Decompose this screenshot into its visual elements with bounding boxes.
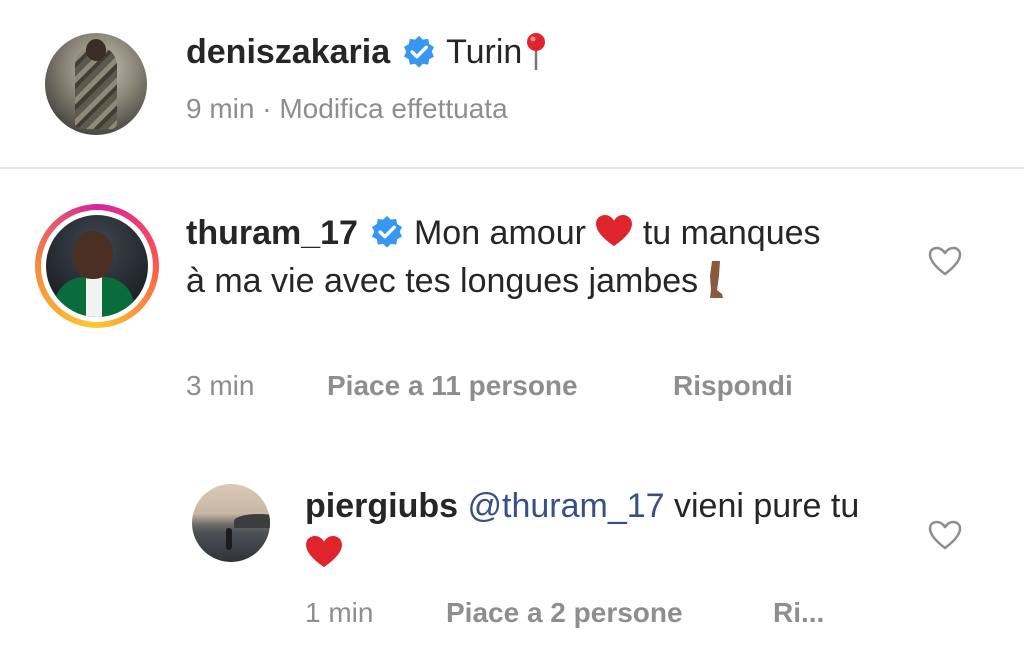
avatar-shirt [54,277,134,317]
caption-meta: 9 min · Modifica effettuata [186,93,508,125]
red-heart-emoji-icon [306,535,342,568]
likes-count-link[interactable]: Piace a 11 persone [327,370,673,402]
like-heart-icon[interactable] [928,246,962,276]
author-avatar[interactable] [45,33,147,135]
reply-body: piergiubs @thuram_17 vieni pure tu [305,482,895,578]
commenter-avatar [46,215,148,317]
comment-text-start: Mon amour [413,214,586,252]
verified-badge-icon [372,215,402,248]
meta-separator: · [262,93,272,124]
divider [0,167,1024,169]
comment-body: thuram_17 Mon amour tu manques à ma vie … [186,209,846,305]
red-heart-emoji-icon [596,214,633,247]
caption-line: deniszakaria Turin [186,30,548,74]
comment-username[interactable]: thuram_17 [186,214,358,252]
reply-button[interactable]: Ri... [773,597,824,629]
reply-username[interactable]: piergiubs [305,487,458,525]
reply-avatar[interactable] [192,484,270,562]
likes-count-link[interactable]: Piace a 2 persone [446,597,773,629]
caption-username[interactable]: deniszakaria [186,33,390,72]
reply-time: 1 min [305,597,374,628]
comment-meta: 3 min Piace a 11 persone Rispondi [186,370,793,402]
reply-button[interactable]: Rispondi [673,370,793,402]
like-heart-icon[interactable] [928,520,962,550]
comment-time: 3 min [186,370,255,401]
reply-text: vieni pure tu [674,487,860,525]
edited-label: Modifica effettuata [279,93,508,124]
caption-text: Turin [446,32,523,71]
mention-link[interactable]: @thuram_17 [467,487,664,525]
avatar-ring-gap [41,210,153,322]
reply-meta: 1 min Piace a 2 persone Ri... [305,597,824,629]
verified-badge-icon [404,35,435,68]
leg-emoji-icon [710,261,724,298]
avatar-face [73,231,113,279]
avatar-head [86,39,106,61]
avatar-hill [234,514,270,528]
avatar-person [226,528,232,550]
commenter-avatar-story-ring[interactable] [35,204,159,328]
caption-time: 9 min [186,93,255,124]
round-pushpin-icon [527,33,546,70]
comments-screen: deniszakaria Turin 9 min · Modifica effe… [0,0,1024,657]
post-caption: deniszakaria Turin 9 min · Modifica effe… [0,0,1024,168]
